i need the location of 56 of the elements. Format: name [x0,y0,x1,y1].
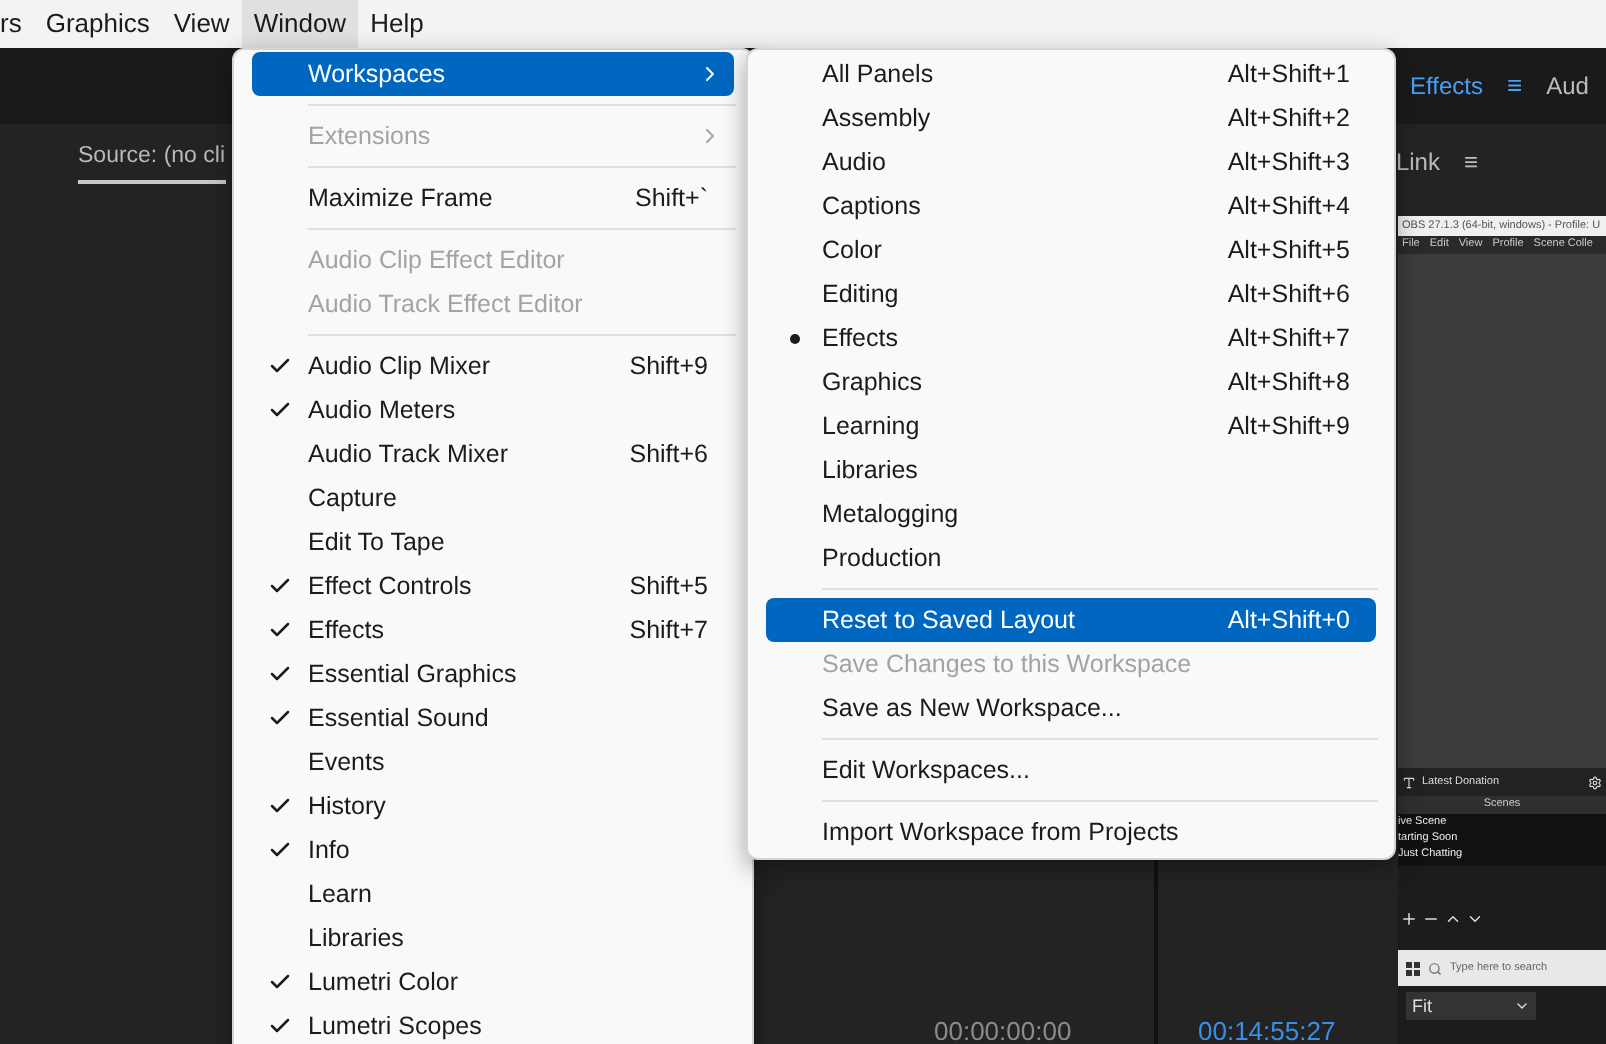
add-icon[interactable] [1400,910,1418,928]
menu-item[interactable]: History [252,784,734,828]
panel-tab[interactable]: Aud [1546,68,1589,104]
menu-item[interactable]: Learning Alt+Shift+9 [766,404,1376,448]
menu-bar-item[interactable]: View [161,0,242,48]
menu-item[interactable]: Effect Controls Shift+5 [252,564,734,608]
menu-item[interactable]: Captions Alt+Shift+4 [766,184,1376,228]
menu-item[interactable]: Effects Alt+Shift+7 [766,316,1376,360]
menu-item[interactable]: Audio Alt+Shift+3 [766,140,1376,184]
menu-bar-item[interactable]: Graphics [33,0,162,48]
menu-item[interactable]: Audio Clip Mixer Shift+9 [252,344,734,388]
panel-menu-icon[interactable]: ≡ [1463,144,1478,180]
menu-item[interactable]: Edit To Tape [252,520,734,564]
menu-item[interactable]: Lumetri Color [252,960,734,1004]
windows-icon[interactable] [1406,961,1420,975]
text-icon [1402,775,1416,789]
menu-item[interactable]: Editing Alt+Shift+6 [766,272,1376,316]
menu-item[interactable]: Production [766,536,1376,580]
menu-item[interactable]: Capture [252,476,734,520]
menu-item[interactable]: Lumetri Scopes [252,1004,734,1044]
menu-item[interactable]: Essential Graphics [252,652,734,696]
menu-item[interactable]: Import Workspace from Projects [766,810,1376,854]
menu-bar-item[interactable]: rs [0,0,34,48]
menu-item[interactable]: Libraries [766,448,1376,492]
menu-item[interactable]: Events [252,740,734,784]
panel-tab[interactable]: Effects [1410,68,1483,104]
down-icon[interactable] [1466,910,1484,928]
menu-item[interactable]: Color Alt+Shift+5 [766,228,1376,272]
chevron-icon [1514,998,1530,1014]
menu-item[interactable]: Save as New Workspace... [766,686,1376,730]
panel-menu-icon[interactable]: ≡ [1506,66,1523,106]
menu-item[interactable]: Info [252,828,734,872]
scale-dropdown[interactable]: Fit [1406,992,1536,1020]
menu-item[interactable]: Essential Sound [252,696,734,740]
menu-item[interactable]: Libraries [252,916,734,960]
menu-item[interactable]: Maximize Frame Shift+` [252,176,734,220]
menu-bar-item[interactable]: Window [241,0,359,48]
menu-item[interactable]: Reset to Saved Layout Alt+Shift+0 [766,598,1376,642]
menu-item[interactable]: Workspaces [252,52,734,96]
search-icon [1428,961,1442,975]
up-icon[interactable] [1444,910,1462,928]
menu-item[interactable]: Graphics Alt+Shift+8 [766,360,1376,404]
menu-item[interactable]: All Panels Alt+Shift+1 [766,52,1376,96]
timecode: 00:00:00:00 [934,1018,1072,1044]
settings-icon[interactable] [1588,775,1602,789]
menu-item[interactable]: Learn [252,872,734,916]
source-tab[interactable]: Source: (no cli [78,140,226,184]
timecode: 00:14:55:27 [1198,1018,1336,1044]
menu-item[interactable]: Assembly Alt+Shift+2 [766,96,1376,140]
menu-item[interactable]: Audio Track Mixer Shift+6 [252,432,734,476]
menu-item[interactable]: Edit Workspaces... [766,748,1376,792]
menu-item[interactable]: Metalogging [766,492,1376,536]
menu-item[interactable]: Effects Shift+7 [252,608,734,652]
panel-tab[interactable]: Link [1395,144,1440,180]
menu-bar-item[interactable]: Help [358,0,436,48]
menu-item[interactable]: Audio Meters [252,388,734,432]
